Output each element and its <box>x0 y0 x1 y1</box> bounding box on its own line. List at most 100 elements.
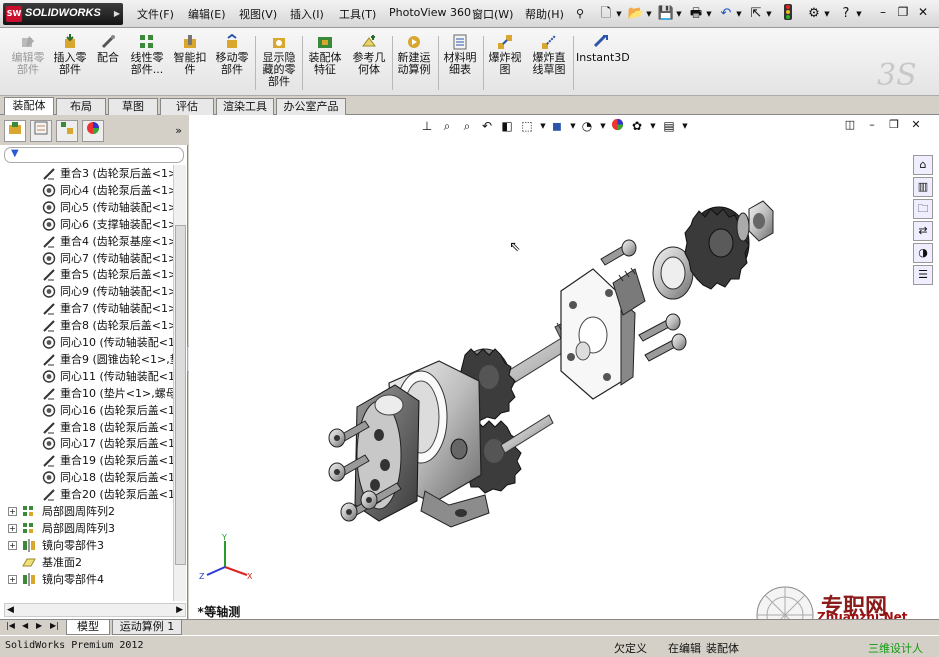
chevron-down-icon[interactable]: ▼ <box>614 4 624 24</box>
move-component-button[interactable]: 移动零部件 <box>212 34 252 76</box>
status-bar: SolidWorks Premium 2012 欠定义 在编辑 装配体 <box>0 635 939 657</box>
select-pointer-icon[interactable]: ⇱ <box>746 4 766 24</box>
expand-panel-icon[interactable]: » <box>175 124 182 137</box>
chevron-down-icon[interactable]: ▼ <box>734 4 744 24</box>
menu-edit[interactable]: 编辑(E) <box>188 6 226 22</box>
rebuild-traffic-light-icon[interactable] <box>778 4 798 24</box>
exploded-gear-pump-model[interactable] <box>189 115 939 619</box>
tree-mate-item[interactable]: 同心11 (传动轴装配<1 <box>0 368 173 385</box>
new-document-icon[interactable]: 🗋 <box>596 4 616 24</box>
feature-filter-input[interactable]: ▼ <box>4 147 184 163</box>
smart-fasteners-button[interactable]: 智能扣件 <box>170 34 210 76</box>
next-tab-icon[interactable]: ▶ <box>36 621 42 630</box>
help-icon[interactable]: ? <box>836 4 856 24</box>
scroll-left-icon[interactable]: ◀ <box>7 604 14 616</box>
feature-tree-hscrollbar[interactable]: ◀ ▶ <box>4 603 186 617</box>
tab-evaluate[interactable]: 评估 <box>160 98 214 115</box>
mate-button[interactable]: 配合 <box>92 34 124 64</box>
property-manager-tab-icon[interactable] <box>30 120 52 142</box>
scroll-right-icon[interactable]: ▶ <box>176 604 183 616</box>
show-hidden-components-button[interactable]: 显示隐藏的零部件 <box>258 34 300 88</box>
menu-window[interactable]: 窗口(W) <box>472 6 513 22</box>
reference-geometry-button[interactable]: 参考几何体 <box>348 34 390 76</box>
configuration-manager-tab-icon[interactable] <box>56 120 78 142</box>
chevron-down-icon[interactable]: ▼ <box>644 4 654 24</box>
feature-manager-tab-icon[interactable] <box>4 120 26 142</box>
save-icon[interactable]: 💾 <box>656 4 676 24</box>
chevron-down-icon[interactable]: ▼ <box>704 4 714 24</box>
tree-mate-item[interactable]: 同心6 (支撑轴装配<1> <box>0 216 173 233</box>
menu-photoview[interactable]: PhotoView 360 <box>389 6 471 19</box>
tree-mate-item[interactable]: 同心17 (齿轮泵后盖<1 <box>0 435 173 452</box>
restore-icon[interactable]: ❐ <box>893 5 913 19</box>
tree-mate-item[interactable]: 同心18 (齿轮泵后盖<1 <box>0 469 173 486</box>
tree-feature-item[interactable]: + 局部圆周阵列2 <box>0 503 173 520</box>
display-manager-tab-icon[interactable] <box>82 120 104 142</box>
tree-mate-item[interactable]: 同心10 (传动轴装配<1 <box>0 334 173 351</box>
last-tab-icon[interactable]: ▶| <box>50 621 59 630</box>
tree-mate-item[interactable]: 重合8 (齿轮泵后盖<1> <box>0 317 173 334</box>
prev-tab-icon[interactable]: ◀ <box>22 621 28 630</box>
open-folder-icon[interactable]: 📂 <box>626 4 646 24</box>
tab-model[interactable]: 模型 <box>66 620 110 635</box>
tab-assembly[interactable]: 装配体 <box>4 97 54 116</box>
insert-component-button[interactable]: 插入零部件 <box>50 34 90 76</box>
menu-help[interactable]: 帮助(H) <box>525 6 564 22</box>
feature-tree-scrollbar[interactable] <box>173 165 186 601</box>
bill-of-materials-button[interactable]: 材料明细表 <box>440 34 480 76</box>
graphics-area[interactable]: ⊥ ⌕ ⌕ ↶ ◧ ⬚ ▼ ◼ ▼ ◔ ▼ ✿ ▼ ▤ ▼ ◫ – ❐ ✕ ⌂ ▥ 🗀… <box>189 115 939 619</box>
tree-mate-item[interactable]: 重合10 (垫片<1>,螺母 <box>0 385 173 402</box>
tab-sketch[interactable]: 草图 <box>108 98 158 115</box>
tree-mate-item[interactable]: 同心5 (传动轴装配<1> <box>0 199 173 216</box>
tree-mate-item[interactable]: 同心4 (齿轮泵后盖<1> <box>0 182 173 199</box>
tree-mate-item[interactable]: 同心16 (齿轮泵后盖<1 <box>0 402 173 419</box>
tree-mate-item[interactable]: 重合9 (圆锥齿轮<1>,垫 <box>0 351 173 368</box>
tab-render-tools[interactable]: 渲染工具 <box>216 98 274 115</box>
tree-feature-item[interactable]: + 镜向零部件3 <box>0 537 173 554</box>
minimize-icon[interactable]: – <box>873 5 893 19</box>
tree-feature-item[interactable]: + 镜向零部件4 <box>0 571 173 588</box>
tab-layout[interactable]: 布局 <box>56 98 106 115</box>
instant3d-button[interactable]: Instant3D <box>576 34 630 64</box>
menu-insert[interactable]: 插入(I) <box>290 6 324 22</box>
tree-mate-item[interactable]: 重合3 (齿轮泵后盖<1> <box>0 165 173 182</box>
exploded-view-button[interactable]: 爆炸视图 <box>485 34 525 76</box>
chevron-down-icon[interactable]: ▼ <box>822 4 832 24</box>
expand-icon[interactable]: + <box>8 507 17 516</box>
tree-mate-item[interactable]: 重合7 (传动轴装配<1> <box>0 300 173 317</box>
new-motion-study-button[interactable]: 新建运动算例 <box>394 34 434 76</box>
tree-item-label: 镜向零部件4 <box>42 572 104 586</box>
explode-line-sketch-button[interactable]: 爆炸直线草图 <box>528 34 570 76</box>
expand-icon[interactable]: + <box>8 523 17 533</box>
scrollbar-thumb[interactable] <box>175 225 186 565</box>
print-icon[interactable]: 🖶 <box>686 4 706 24</box>
chevron-down-icon[interactable]: ▼ <box>674 4 684 24</box>
edit-component-button[interactable]: 编辑零部件 <box>8 34 48 76</box>
chevron-down-icon[interactable]: ▼ <box>854 4 864 24</box>
menu-view[interactable]: 视图(V) <box>239 6 277 22</box>
tree-mate-item[interactable]: 重合4 (齿轮泵基座<1> <box>0 233 173 250</box>
assembly-features-button[interactable]: 装配体特征 <box>304 34 346 76</box>
tree-mate-item[interactable]: 同心7 (传动轴装配<1> <box>0 250 173 267</box>
close-icon[interactable]: ✕ <box>913 5 933 19</box>
tree-mate-item[interactable]: 重合18 (齿轮泵后盖<1 <box>0 419 173 436</box>
tree-mate-item[interactable]: 同心9 (传动轴装配<1> <box>0 283 173 300</box>
menu-file[interactable]: 文件(F) <box>137 6 174 22</box>
tree-feature-item[interactable]: + 局部圆周阵列3 <box>0 520 173 537</box>
tree-feature-item[interactable]: 基准面2 <box>0 554 173 571</box>
chevron-down-icon[interactable]: ▼ <box>764 4 774 24</box>
solidworks-logo-button[interactable]: SW SOLIDWORKS ▶ <box>3 3 123 25</box>
linear-pattern-button[interactable]: 线性零部件... <box>126 34 168 76</box>
expand-icon[interactable]: + <box>8 574 17 584</box>
first-tab-icon[interactable]: |◀ <box>6 621 15 630</box>
options-gear-icon[interactable]: ⚙ <box>804 4 824 24</box>
tree-mate-item[interactable]: 重合5 (齿轮泵后盖<1> <box>0 266 173 283</box>
menu-tools[interactable]: 工具(T) <box>339 6 376 22</box>
tree-mate-item[interactable]: 重合20 (齿轮泵后盖<1 <box>0 486 173 503</box>
tab-motion-study[interactable]: 运动算例 1 <box>112 620 182 635</box>
tab-office-products[interactable]: 办公室产品 <box>276 98 346 115</box>
expand-icon[interactable]: + <box>8 540 17 550</box>
tree-mate-item[interactable]: 重合19 (齿轮泵后盖<1 <box>0 452 173 469</box>
undo-icon[interactable]: ↶ <box>716 4 736 24</box>
pin-icon[interactable]: ⚲ <box>576 7 584 20</box>
